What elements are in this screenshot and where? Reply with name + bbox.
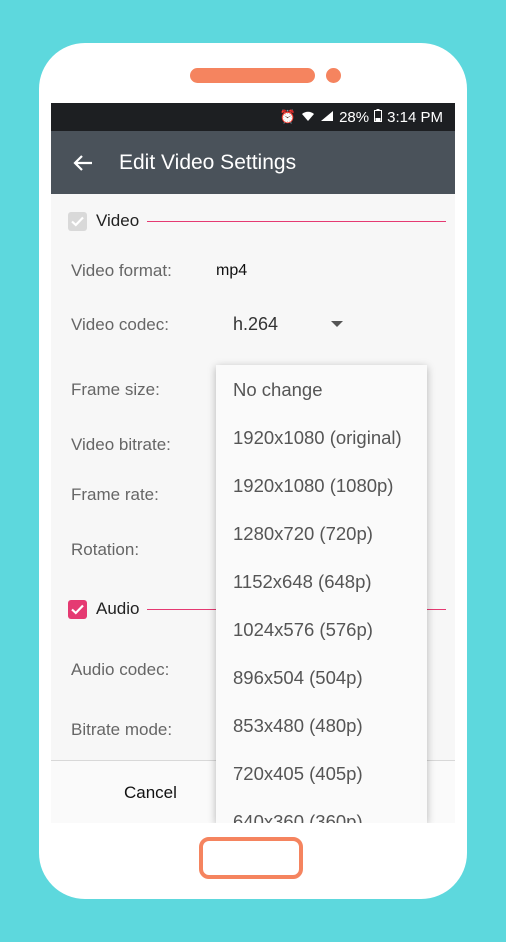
frame-rate-label: Frame rate:	[71, 485, 159, 504]
video-bitrate-label: Video bitrate:	[71, 435, 171, 454]
status-bar: ⏰ 28% 3:14 PM	[51, 103, 455, 131]
frame-size-dropdown: No change 1920x1080 (original) 1920x1080…	[216, 365, 427, 823]
dropdown-option[interactable]: 640x360 (360p)	[233, 811, 363, 823]
speaker-grille	[190, 68, 315, 83]
audio-section-label: Audio	[96, 599, 140, 618]
audio-checkbox[interactable]	[68, 599, 87, 619]
rotation-label: Rotation:	[71, 540, 140, 559]
bitrate-mode-label: Bitrate mode:	[71, 720, 173, 739]
cancel-button[interactable]: Cancel	[124, 783, 177, 803]
dropdown-option[interactable]: No change	[233, 379, 322, 401]
audio-codec-label: Audio codec:	[71, 660, 170, 679]
screen: ⏰ 28% 3:14 PM Edit Video Settings Video …	[51, 103, 455, 823]
wifi-icon	[301, 110, 315, 125]
alarm-icon: ⏰	[279, 109, 297, 124]
dropdown-option[interactable]: 1024x576 (576p)	[233, 619, 373, 641]
arrow-left-icon[interactable]	[69, 149, 97, 177]
battery-icon	[374, 109, 383, 125]
battery-percent: 28%	[339, 108, 370, 126]
app-bar: Edit Video Settings	[51, 131, 455, 194]
dropdown-option[interactable]: 1920x1080 (1080p)	[233, 475, 393, 497]
chevron-down-icon[interactable]	[331, 321, 343, 327]
dropdown-option[interactable]: 1152x648 (648p)	[233, 571, 372, 593]
video-section-label: Video	[96, 211, 140, 230]
front-camera	[326, 68, 341, 83]
dropdown-option[interactable]: 1280x720 (720p)	[233, 523, 373, 545]
video-format-value: mp4	[216, 262, 248, 279]
frame-size-label: Frame size:	[71, 380, 160, 399]
video-codec-label: Video codec:	[71, 315, 169, 334]
video-format-label: Video format:	[71, 261, 172, 280]
video-codec-select[interactable]: h.264	[233, 314, 278, 335]
page-title: Edit Video Settings	[119, 150, 297, 174]
dropdown-option[interactable]: 896x504 (504p)	[233, 667, 363, 689]
section-divider	[147, 220, 446, 222]
dropdown-option[interactable]: 853x480 (480p)	[233, 715, 363, 737]
dropdown-option[interactable]: 1920x1080 (original)	[233, 427, 402, 449]
dropdown-option[interactable]: 720x405 (405p)	[233, 763, 363, 785]
home-button[interactable]	[199, 837, 303, 879]
video-section-header: Video	[68, 211, 446, 231]
signal-icon	[320, 110, 334, 125]
status-time: 3:14 PM	[387, 108, 443, 126]
video-checkbox[interactable]	[68, 211, 87, 231]
